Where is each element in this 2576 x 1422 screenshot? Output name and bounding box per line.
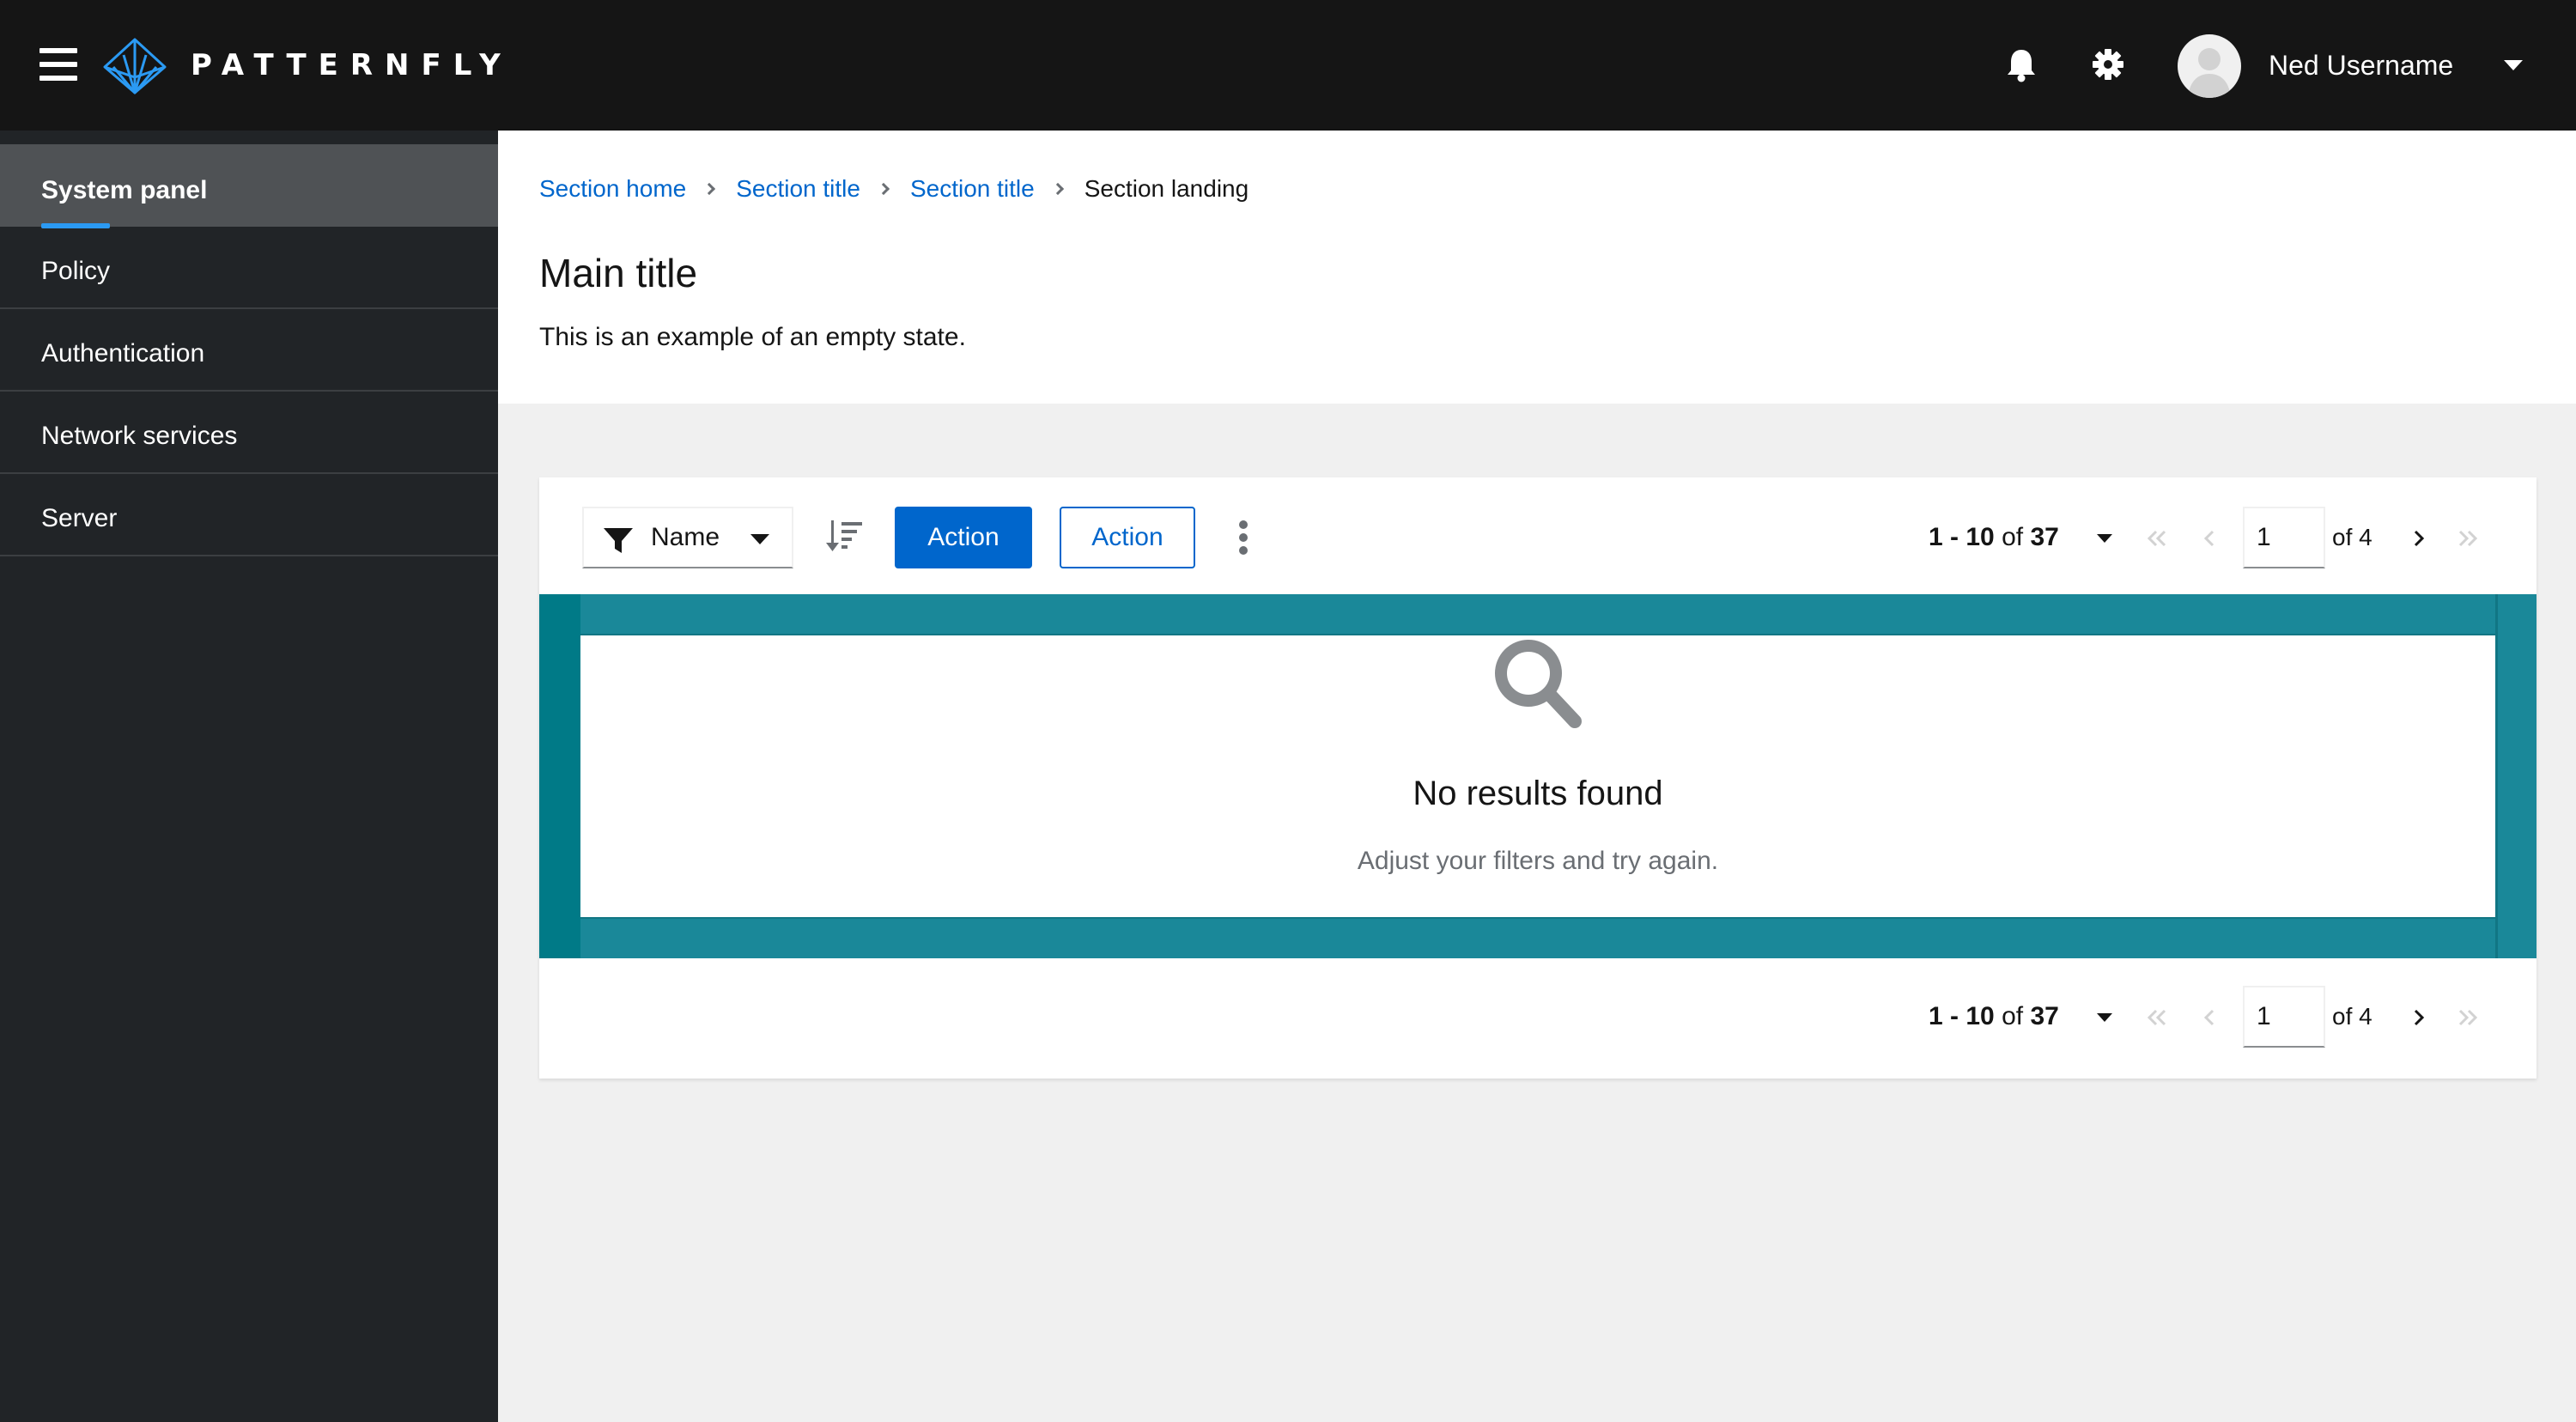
filter-icon <box>604 528 633 553</box>
chevron-right-icon <box>703 182 716 196</box>
filter-select[interactable]: Name <box>582 507 793 568</box>
empty-state-container: No results found Adjust your filters and… <box>539 594 2537 958</box>
highlight-edge <box>2495 594 2537 958</box>
kebab-menu-icon[interactable] <box>1235 520 1252 555</box>
chevron-right-icon <box>877 182 890 196</box>
primary-action-button[interactable]: Action <box>895 507 1032 568</box>
menu-icon[interactable] <box>39 48 77 81</box>
page-total-label: of 4 <box>2332 1003 2372 1030</box>
bell-icon[interactable] <box>2006 48 2037 82</box>
patternfly-logo[interactable] <box>103 38 167 94</box>
sidebar-item-label: Network services <box>41 422 238 450</box>
sidebar-item-authentication[interactable]: Authentication <box>0 309 498 392</box>
pagination-count[interactable]: 1 - 10 of 37 <box>1929 1001 2059 1032</box>
brand-name: PATTERNFLY <box>191 48 513 82</box>
first-page-icon[interactable] <box>2142 1003 2171 1032</box>
toolbar: Name Action Action 1 - 10 of 37 of 4 <box>539 477 2537 594</box>
page-title: Main title <box>539 251 698 295</box>
pagination-total: 37 <box>2030 523 2059 551</box>
next-page-icon[interactable] <box>2404 1003 2433 1032</box>
table-card: Name Action Action 1 - 10 of 37 of 4 <box>539 477 2537 1079</box>
pagination-of-label: of <box>2002 523 2024 551</box>
previous-page-icon[interactable] <box>2195 1003 2224 1032</box>
sidebar-item-label: System panel <box>41 176 208 204</box>
sidebar-item-policy[interactable]: Policy <box>0 227 498 309</box>
sidebar-item-network-services[interactable]: Network services <box>0 392 498 474</box>
breadcrumb-link[interactable]: Section home <box>539 175 686 202</box>
sidebar-item-label: Authentication <box>41 339 205 368</box>
caret-down-icon <box>750 534 769 544</box>
page-header: Section home Section title Section title Se… <box>498 131 2576 404</box>
next-page-icon[interactable] <box>2404 524 2433 553</box>
pagination-range: 1 - 10 <box>1929 1002 1995 1030</box>
page-number-input[interactable] <box>2243 986 2325 1048</box>
last-page-icon[interactable] <box>2454 1003 2483 1032</box>
breadcrumb-link[interactable]: Section title <box>736 175 860 202</box>
caret-down-icon[interactable] <box>2504 60 2523 70</box>
pagination-of-label: of <box>2002 1002 2024 1030</box>
sidebar-item-server[interactable]: Server <box>0 474 498 556</box>
empty-state-body: Adjust your filters and try again. <box>1357 847 1719 875</box>
avatar-silhouette-icon <box>2188 48 2231 98</box>
masthead: PATTERNFLY Ned Username <box>0 0 2576 131</box>
filter-label: Name <box>651 523 720 551</box>
highlight-edge <box>539 594 580 958</box>
sidebar-item-label: Policy <box>41 257 111 285</box>
pagination-bottom: 1 - 10 of 37 of 4 <box>1929 986 2530 1048</box>
pagination-top: 1 - 10 of 37 of 4 <box>1929 507 2530 568</box>
username[interactable]: Ned Username <box>2269 48 2453 82</box>
sidebar-nav: System panel Policy Authentication Netwo… <box>0 131 498 1422</box>
secondary-action-button[interactable]: Action <box>1060 507 1195 568</box>
sort-icon[interactable] <box>826 519 864 553</box>
caret-down-icon[interactable] <box>2097 534 2112 543</box>
empty-state: No results found Adjust your filters and… <box>580 635 2495 917</box>
chevron-right-icon <box>1051 182 1064 196</box>
highlight-top <box>580 594 2495 635</box>
last-page-icon[interactable] <box>2454 524 2483 553</box>
sidebar-item-system-panel[interactable]: System panel <box>0 144 498 228</box>
previous-page-icon[interactable] <box>2195 524 2224 553</box>
avatar[interactable] <box>2178 34 2241 98</box>
breadcrumb-current: Section landing <box>1084 175 1249 202</box>
search-icon <box>1495 640 1582 728</box>
caret-down-icon[interactable] <box>2097 1013 2112 1022</box>
pagination-total: 37 <box>2030 1002 2059 1030</box>
pagination-count[interactable]: 1 - 10 of 37 <box>1929 522 2059 553</box>
page-number-input[interactable] <box>2243 507 2325 568</box>
breadcrumb: Section home Section title Section title Se… <box>539 173 1249 204</box>
first-page-icon[interactable] <box>2142 524 2171 553</box>
breadcrumb-link[interactable]: Section title <box>910 175 1035 202</box>
page-subtitle: This is an example of an empty state. <box>539 323 966 351</box>
page-total-label: of 4 <box>2332 524 2372 550</box>
highlight-bottom <box>580 917 2495 958</box>
pagination-range: 1 - 10 <box>1929 523 1995 551</box>
sidebar-item-label: Server <box>41 504 118 532</box>
gear-icon[interactable] <box>2092 48 2124 81</box>
empty-state-title: No results found <box>1413 775 1663 812</box>
